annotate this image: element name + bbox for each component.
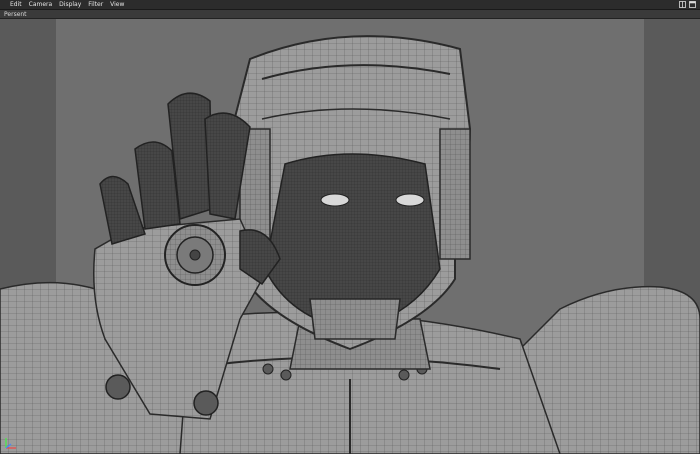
viewport-panel-bar: Persent <box>0 10 700 19</box>
axis-gizmo-icon <box>5 438 16 449</box>
panel-label: Persent <box>4 11 27 18</box>
layout-icon[interactable] <box>679 1 686 8</box>
maximize-icon[interactable] <box>689 1 696 8</box>
window-controls <box>679 1 696 8</box>
menu-camera[interactable]: Camera <box>29 0 53 10</box>
menu-view[interactable]: View <box>110 0 124 10</box>
menu-display[interactable]: Display <box>59 0 81 10</box>
perspective-viewport[interactable] <box>0 19 700 454</box>
menu-filter[interactable]: Filter <box>88 0 103 10</box>
menu-bar: Edit Camera Display Filter View <box>0 0 700 10</box>
wireframe-robot-model[interactable] <box>0 19 700 454</box>
menu-edit[interactable]: Edit <box>10 0 22 10</box>
